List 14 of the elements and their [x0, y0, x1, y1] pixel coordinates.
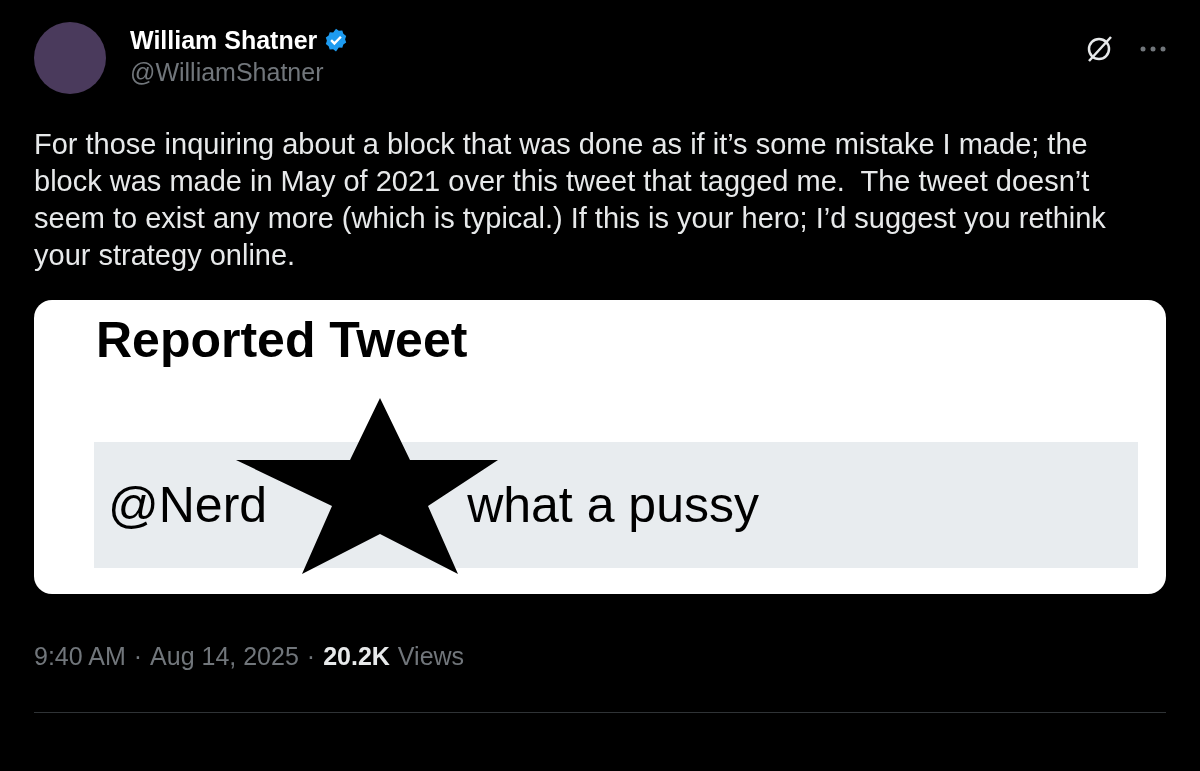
- tweet-text: For those inquiring about a block that was done as if it’s some mistake I made; the block was made in May of 2021 over this tweet that tagged me. The tweet doesn’t seem to exist any more (which is typical.) If this is your hero; I’d suggest you rethink your strategy online.: [34, 127, 1107, 273]
- separator-dot: ·: [306, 641, 316, 672]
- post-time[interactable]: 9:40 AM: [34, 638, 126, 676]
- author-handle[interactable]: @WilliamShatner: [130, 56, 350, 88]
- attached-image[interactable]: Reported Tweet @Nerd what a pussy: [34, 300, 1166, 594]
- views-label: Views: [397, 641, 465, 672]
- reported-tweet-title: Reported Tweet: [96, 312, 469, 368]
- message-text: what a pussy: [467, 475, 759, 535]
- separator-dot: ·: [133, 641, 143, 672]
- more-icon[interactable]: [1140, 46, 1166, 52]
- post-date[interactable]: Aug 14, 2025: [150, 638, 299, 676]
- mention-text: @Nerd: [108, 475, 268, 535]
- views-count: 20.2K: [323, 641, 390, 672]
- author-name[interactable]: William Shatner: [130, 24, 318, 56]
